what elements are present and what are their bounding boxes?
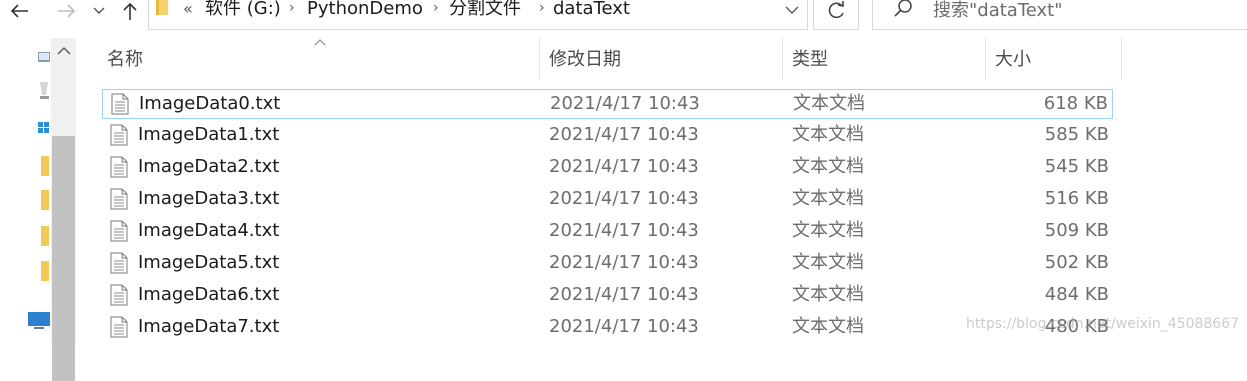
scroll-up-arrow-icon[interactable]	[57, 46, 71, 56]
file-date-modified: 2021/4/17 10:43	[549, 188, 699, 209]
file-size: 618 KB	[1043, 93, 1108, 114]
file-name: ImageData6.txt	[138, 284, 280, 305]
file-date-modified: 2021/4/17 10:43	[550, 93, 700, 114]
file-type: 文本文档	[792, 188, 864, 209]
windows-drive-icon[interactable]	[38, 122, 50, 134]
column-divider[interactable]	[539, 38, 540, 80]
breadcrumb-drive[interactable]: 软件 (G:)	[205, 0, 281, 19]
navigation-pane	[0, 38, 76, 381]
file-row[interactable]: ImageData2.txt 2021/4/17 10:43 文本文档 545 KB	[102, 153, 1113, 183]
file-row[interactable]: ImageData3.txt 2021/4/17 10:43 文本文档 516 KB	[102, 185, 1113, 215]
file-row[interactable]: ImageData1.txt 2021/4/17 10:43 文本文档 585 KB	[102, 121, 1113, 151]
arrow-left-icon	[10, 4, 28, 18]
search-box[interactable]: 搜索"dataText"	[872, 0, 1247, 30]
drive-icon[interactable]	[38, 81, 50, 101]
pc-icon[interactable]	[38, 51, 50, 63]
chevron-down-icon	[93, 7, 105, 14]
file-size: 502 KB	[1044, 252, 1109, 273]
file-name: ImageData0.txt	[139, 93, 281, 114]
navigation-scroll-thumb[interactable]	[52, 136, 75, 381]
file-name: ImageData5.txt	[138, 252, 280, 273]
folder-icon[interactable]	[41, 190, 49, 210]
file-type: 文本文档	[792, 316, 864, 337]
back-button[interactable]	[4, 0, 34, 22]
text-file-icon	[111, 93, 129, 115]
file-size: 484 KB	[1044, 284, 1109, 305]
text-file-icon	[110, 316, 128, 338]
file-date-modified: 2021/4/17 10:43	[549, 284, 699, 305]
breadcrumb-separator[interactable]: ›	[289, 0, 295, 16]
folder-icon[interactable]	[41, 226, 49, 246]
breadcrumb-split-files[interactable]: 分割文件	[449, 0, 521, 19]
folder-icon[interactable]	[41, 261, 49, 281]
file-date-modified: 2021/4/17 10:43	[549, 252, 699, 273]
text-file-icon	[110, 220, 128, 242]
file-size: 509 KB	[1044, 220, 1109, 241]
address-bar[interactable]: « 软件 (G:) › PythonDemo › 分割文件 › dataText	[148, 0, 808, 30]
folder-icon[interactable]	[41, 156, 49, 176]
column-header-date[interactable]: 修改日期	[549, 50, 621, 70]
file-name: ImageData7.txt	[138, 316, 280, 337]
sort-ascending-icon	[314, 39, 326, 46]
file-name: ImageData3.txt	[138, 188, 280, 209]
refresh-button[interactable]	[813, 0, 859, 30]
file-name: ImageData1.txt	[138, 124, 280, 145]
navigation-toolbar: « 软件 (G:) › PythonDemo › 分割文件 › dataText…	[0, 0, 1247, 32]
breadcrumb-overflow[interactable]: «	[183, 0, 193, 19]
text-file-icon	[110, 156, 128, 178]
search-icon	[894, 0, 912, 17]
file-size: 545 KB	[1044, 156, 1109, 177]
column-header-type[interactable]: 类型	[792, 50, 828, 70]
column-header-name[interactable]: 名称	[107, 50, 143, 70]
file-row[interactable]: ImageData5.txt 2021/4/17 10:43 文本文档 502 KB	[102, 249, 1113, 279]
file-type: 文本文档	[792, 252, 864, 273]
breadcrumb-separator[interactable]: ›	[539, 0, 545, 16]
file-name: ImageData2.txt	[138, 156, 280, 177]
folder-icon	[156, 0, 168, 15]
file-type: 文本文档	[792, 124, 864, 145]
file-type: 文本文档	[792, 156, 864, 177]
recent-locations-button[interactable]	[89, 0, 109, 22]
text-file-icon	[110, 284, 128, 306]
file-date-modified: 2021/4/17 10:43	[549, 316, 699, 337]
file-name: ImageData4.txt	[138, 220, 280, 241]
breadcrumb-pythondemo[interactable]: PythonDemo	[307, 0, 423, 19]
file-size: 585 KB	[1044, 124, 1109, 145]
search-placeholder: 搜索"dataText"	[933, 0, 1063, 21]
file-type: 文本文档	[792, 284, 864, 305]
file-type: 文本文档	[793, 93, 865, 114]
column-divider[interactable]	[985, 38, 986, 80]
file-row[interactable]: ImageData6.txt 2021/4/17 10:43 文本文档 484 KB	[102, 281, 1113, 311]
file-row[interactable]: ImageData4.txt 2021/4/17 10:43 文本文档 509 KB	[102, 217, 1113, 247]
arrow-up-icon	[123, 2, 137, 20]
text-file-icon	[110, 124, 128, 146]
column-header-size[interactable]: 大小	[995, 50, 1031, 70]
breadcrumb-datatext[interactable]: dataText	[553, 0, 630, 19]
file-date-modified: 2021/4/17 10:43	[549, 124, 699, 145]
refresh-icon	[828, 1, 844, 19]
desktop-icon[interactable]	[28, 312, 50, 330]
file-date-modified: 2021/4/17 10:43	[549, 220, 699, 241]
file-type: 文本文档	[792, 220, 864, 241]
column-divider[interactable]	[1121, 38, 1122, 80]
breadcrumb-separator[interactable]: ›	[433, 0, 439, 16]
file-row[interactable]: ImageData7.txt 2021/4/17 10:43 文本文档 480 KB	[102, 313, 1113, 343]
address-dropdown-icon[interactable]	[785, 6, 799, 14]
column-divider[interactable]	[782, 38, 783, 80]
text-file-icon	[110, 188, 128, 210]
up-button[interactable]	[116, 0, 144, 22]
file-row[interactable]: ImageData0.txt 2021/4/17 10:43 文本文档 618 KB	[102, 89, 1113, 119]
file-date-modified: 2021/4/17 10:43	[549, 156, 699, 177]
arrow-right-icon	[58, 4, 76, 18]
file-size: 516 KB	[1044, 188, 1109, 209]
forward-button[interactable]	[52, 0, 82, 22]
text-file-icon	[110, 252, 128, 274]
watermark: https://blog.csdn.net/weixin_45088667	[966, 316, 1240, 332]
